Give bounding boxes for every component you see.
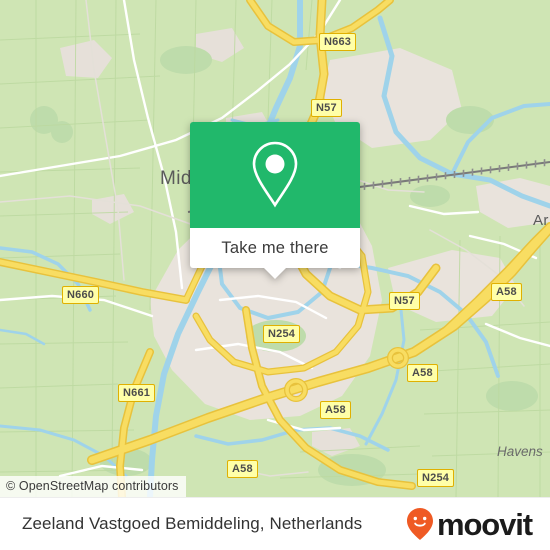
road-shield-n661[interactable]: N661 bbox=[118, 384, 156, 402]
map-place-label: Mid bbox=[160, 168, 192, 189]
moovit-map-screenshot: Mid Ar Havens N663 N57 N660 N57 A58 N254… bbox=[0, 0, 550, 550]
road-shield-n254-south[interactable]: N254 bbox=[417, 469, 455, 487]
road-shield-n57-mid[interactable]: N57 bbox=[389, 292, 420, 310]
road-shield-n660[interactable]: N660 bbox=[62, 286, 100, 304]
take-me-there-button[interactable]: Take me there bbox=[190, 228, 360, 268]
road-shield-n254-mid[interactable]: N254 bbox=[263, 325, 301, 343]
road-shield-a58-east[interactable]: A58 bbox=[491, 283, 522, 301]
road-shield-a58-south[interactable]: A58 bbox=[227, 460, 258, 478]
popup-tail bbox=[264, 268, 286, 279]
location-popup-card[interactable]: Take me there bbox=[190, 122, 360, 279]
moovit-logo[interactable]: moovit bbox=[405, 506, 533, 542]
popup-header bbox=[190, 122, 360, 228]
map-area-label: Havens bbox=[497, 444, 543, 459]
road-shield-n663[interactable]: N663 bbox=[319, 33, 357, 51]
road-shield-a58-center[interactable]: A58 bbox=[407, 364, 438, 382]
map-place-label: Ar bbox=[533, 212, 549, 229]
location-title: Zeeland Vastgoed Bemiddeling, Netherland… bbox=[22, 514, 363, 533]
road-shield-n57-north[interactable]: N57 bbox=[311, 99, 342, 117]
footer-bar: Zeeland Vastgoed Bemiddeling, Netherland… bbox=[0, 497, 550, 550]
moovit-smiley-pin-icon bbox=[406, 508, 433, 540]
road-shield-a58-mid[interactable]: A58 bbox=[320, 401, 351, 419]
map-attribution[interactable]: © OpenStreetMap contributors bbox=[0, 476, 186, 497]
moovit-wordmark: moovit bbox=[436, 506, 533, 542]
location-pin-icon bbox=[252, 141, 298, 208]
